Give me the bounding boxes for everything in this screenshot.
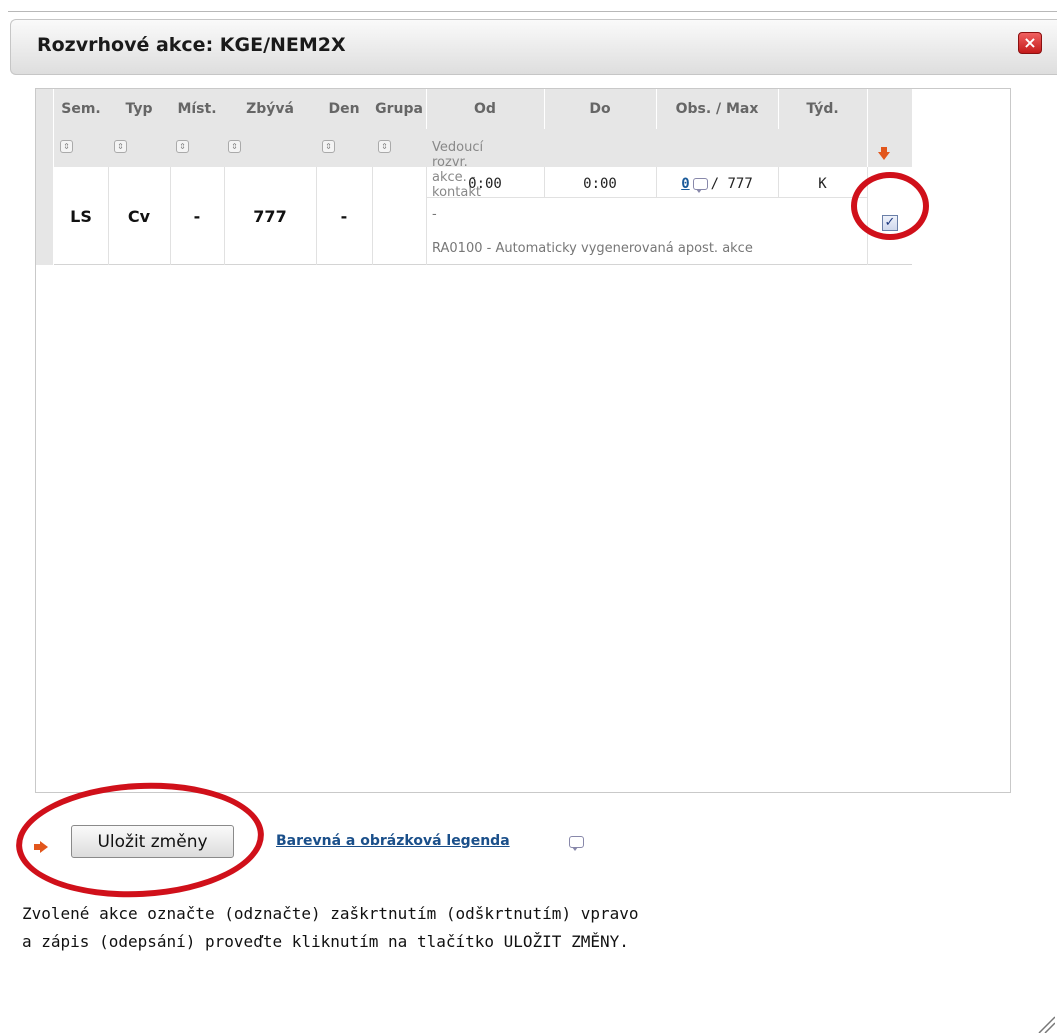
header-sem[interactable]: Sem. xyxy=(54,89,108,129)
cell-sem: LS xyxy=(70,207,92,226)
cell-note: RA0100 - Automaticky vygenerovaná apost.… xyxy=(432,241,753,256)
header-zbyva[interactable]: Zbývá xyxy=(224,89,316,129)
sort-icon[interactable]: ⇕ xyxy=(378,140,391,153)
header-grupa[interactable]: Grupa xyxy=(372,89,426,129)
cell-obs-max: 0 / 777 xyxy=(656,176,778,193)
header-den[interactable]: Den xyxy=(316,89,372,129)
cell-zbyva: 777 xyxy=(253,207,287,226)
help-line: Zvolené akce označte (odznačte) zaškrtnu… xyxy=(22,904,639,923)
save-changes-button[interactable]: Uložit změny xyxy=(71,825,234,858)
cell-od: 0:00 xyxy=(468,176,502,192)
header-obs-max[interactable]: Obs. / Max xyxy=(656,89,778,129)
cell-den: - xyxy=(340,207,348,226)
schedule-table-panel: Sem. Typ Míst. Zbývá Den Grupa Od Do Obs… xyxy=(35,88,1011,793)
cell-typ: Cv xyxy=(127,207,151,226)
legend-link[interactable]: Barevná a obrázková legenda xyxy=(276,833,510,849)
help-text: Zvolené akce označte (odznačte) zaškrtnu… xyxy=(22,900,639,956)
resize-grip-icon[interactable] xyxy=(1035,1013,1055,1033)
sort-icon[interactable]: ⇕ xyxy=(176,140,189,153)
header-od[interactable]: Od xyxy=(426,89,544,129)
sort-icon[interactable]: ⇕ xyxy=(114,140,127,153)
help-line: a zápis (odepsání) proveďte kliknutím na… xyxy=(22,932,629,951)
sort-icon[interactable]: ⇕ xyxy=(60,140,73,153)
close-icon[interactable]: × xyxy=(1018,32,1042,54)
cell-mist: - xyxy=(193,207,201,226)
arrow-right-icon xyxy=(34,841,48,853)
row-gutter xyxy=(36,89,54,265)
header-do[interactable]: Do xyxy=(544,89,656,129)
enroll-checkbox[interactable]: ✓ xyxy=(882,215,898,231)
dialog-title: Rozvrhové akce: KGE/NEM2X xyxy=(37,34,346,56)
comment-icon[interactable] xyxy=(569,836,584,851)
header-tyd[interactable]: Týd. xyxy=(778,89,867,129)
capacity-max: / 777 xyxy=(710,176,753,192)
cell-tyd: K xyxy=(818,176,827,192)
sort-icon[interactable]: ⇕ xyxy=(228,140,241,153)
cell-vedouci: - xyxy=(432,207,437,222)
sort-icon[interactable]: ⇕ xyxy=(322,140,335,153)
header-mist[interactable]: Míst. xyxy=(170,89,224,129)
page-top-rule xyxy=(0,0,1057,14)
select-all-arrow-icon[interactable] xyxy=(878,147,890,160)
cell-do: 0:00 xyxy=(583,176,617,192)
comment-icon[interactable] xyxy=(692,178,708,193)
header-typ[interactable]: Typ xyxy=(108,89,170,129)
occupancy-link[interactable]: 0 xyxy=(681,176,689,192)
dialog-header: Rozvrhové akce: KGE/NEM2X xyxy=(10,19,1057,75)
